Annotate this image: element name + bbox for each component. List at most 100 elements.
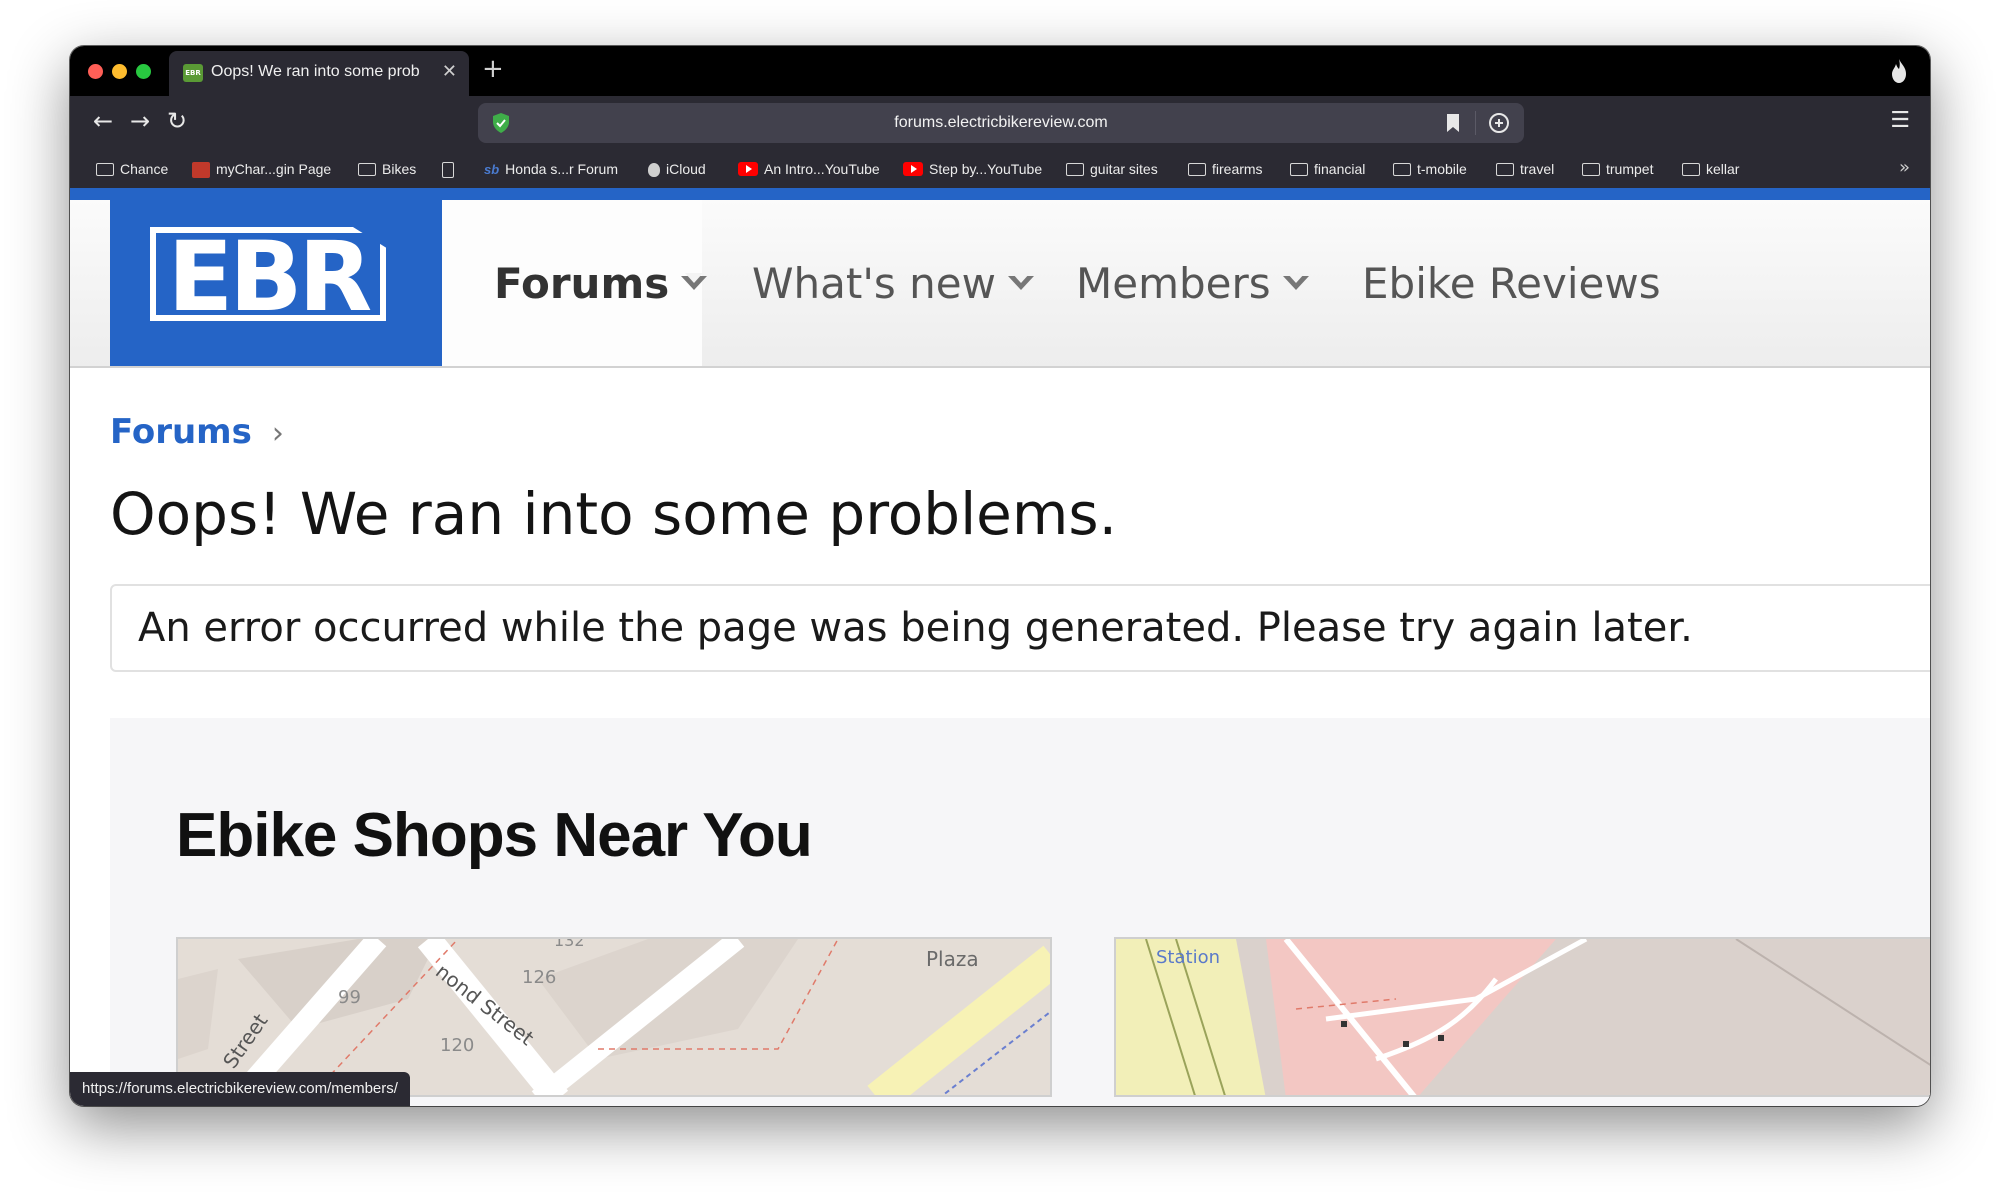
bookmarks-bar: Chance myChar...gin Page Bikes sb Honda s… [70,148,1930,188]
map-right[interactable]: Station [1114,937,1930,1097]
site-icon [192,162,210,179]
nav-forums[interactable]: Forums [494,256,708,312]
nav-members-label: Members [1076,259,1271,308]
web-page: EBR Forums What's new Members Ebike Revi… [70,188,1930,1106]
logo-frame: EBR [150,227,386,321]
bookmark-label: Bikes [382,161,417,177]
bookmark-item[interactable]: firearms [1188,158,1263,180]
tab-active[interactable]: EBR Oops! We ran into some prob ✕ [169,51,469,96]
breadcrumb: Forums › [110,412,284,452]
map-label: Station [1156,947,1220,968]
folder-icon [96,162,114,176]
folder-icon [1582,162,1600,176]
chevron-down-icon[interactable] [1007,272,1034,290]
bookmark-label: myChar...gin Page [216,161,332,177]
bookmark-item[interactable]: Bikes [358,158,416,180]
tab-bar: EBR Oops! We ran into some prob ✕ + [70,46,1930,96]
bookmark-item[interactable]: travel [1496,158,1554,180]
link-status-bar: https://forums.electricbikereview.com/me… [70,1072,410,1106]
shops-section: Ebike Shops Near You 99 126 120 Plaza no… [110,718,1930,1106]
error-message-box: An error occurred while the page was bei… [110,584,1930,672]
url-text[interactable]: forums.electricbikereview.com [478,103,1524,143]
forward-arrow-icon[interactable]: → [125,106,155,136]
bookmark-label: travel [1520,161,1555,177]
bookmark-item[interactable]: Step by...YouTube [903,158,1042,180]
flame-icon[interactable] [1888,58,1910,84]
error-message: An error occurred while the page was bei… [138,605,1693,651]
nav-members[interactable]: Members [1076,256,1309,312]
bookmark-item[interactable]: t-mobile [1393,158,1467,180]
folder-icon [1188,162,1206,176]
map-label: Plaza [926,947,979,971]
bookmark-icon [442,162,454,179]
tab-title: Oops! We ran into some prob [211,63,420,80]
nav-whats-new-label: What's new [752,259,996,308]
close-window-button[interactable] [88,64,103,79]
nav-ebike-reviews[interactable]: Ebike Reviews [1362,256,1661,312]
page-title: Oops! We ran into some problems. [110,480,1118,548]
address-bar[interactable]: forums.electricbikereview.com [478,103,1524,143]
chevron-right-icon: › [271,416,284,451]
map-label: 99 [338,987,361,1008]
bookmark-label: kellar [1706,161,1740,177]
bookmark-label: An Intro...YouTube [764,161,880,177]
folder-icon [358,162,376,176]
chevron-double-right-icon[interactable]: » [1899,157,1910,178]
back-arrow-icon[interactable]: ← [88,106,118,136]
bookmark-item[interactable] [442,158,460,180]
bookmark-label: trumpet [1606,161,1654,177]
bookmark-item[interactable]: kellar [1682,158,1739,180]
new-tab-button[interactable]: + [482,54,504,84]
top-accent-stripe [70,188,1930,200]
bookmark-label: t-mobile [1417,161,1467,177]
nav-whats-new[interactable]: What's new [752,256,1034,312]
folder-icon [1290,162,1308,176]
bookmark-label: Step by...YouTube [929,161,1043,177]
bookmark-page-icon[interactable] [1444,113,1462,133]
bookmark-item[interactable]: Chance [96,158,168,180]
hamburger-menu-icon[interactable]: ☰ [1890,108,1910,133]
youtube-icon [903,162,923,177]
breadcrumb-link-forums[interactable]: Forums [110,412,252,452]
folder-icon [1393,162,1411,176]
bookmark-label: guitar sites [1090,161,1158,177]
youtube-icon [738,162,758,177]
site-logo[interactable]: EBR [110,200,442,366]
bookmark-item[interactable]: trumpet [1582,158,1653,180]
map-label: 132 [554,937,585,950]
bookmark-item[interactable]: guitar sites [1066,158,1158,180]
map-label: 120 [440,1035,475,1056]
map-label: 126 [522,967,557,988]
add-chat-icon[interactable] [1488,112,1510,134]
folder-icon [1682,162,1700,176]
folder-icon [1066,162,1084,176]
browser-window: EBR Oops! We ran into some prob ✕ + ← → … [70,46,1930,1106]
site-favicon-icon: EBR [183,64,203,82]
reload-icon[interactable]: ↻ [162,106,192,136]
bookmark-label: firearms [1212,161,1263,177]
tab-close-icon[interactable]: ✕ [442,61,457,82]
chevron-down-icon[interactable] [681,272,708,290]
shops-heading: Ebike Shops Near You [176,801,813,870]
folder-icon [1496,162,1514,176]
bookmark-item[interactable]: sb Honda s...r Forum [484,158,618,180]
logo-text: EBR [167,221,373,333]
site-icon: sb [484,162,500,178]
nav-ebike-reviews-label: Ebike Reviews [1362,259,1661,308]
bookmark-label: Chance [120,161,169,177]
urlbar-divider [1475,111,1476,135]
bookmark-label: Honda s...r Forum [505,161,618,177]
bookmark-item[interactable]: iCloud [648,158,706,180]
chevron-down-icon[interactable] [1282,272,1309,290]
site-header: EBR Forums What's new Members Ebike Revi… [70,200,1930,368]
map-right-graphic [1116,939,1930,1095]
apple-icon [648,163,660,178]
zoom-window-button[interactable] [136,64,151,79]
nav-forums-label: Forums [494,259,670,308]
bookmark-item[interactable]: An Intro...YouTube [738,158,880,180]
bookmark-label: iCloud [666,161,706,177]
bookmark-label: financial [1314,161,1366,177]
minimize-window-button[interactable] [112,64,127,79]
bookmark-item[interactable]: myChar...gin Page [192,158,331,180]
bookmark-item[interactable]: financial [1290,158,1365,180]
